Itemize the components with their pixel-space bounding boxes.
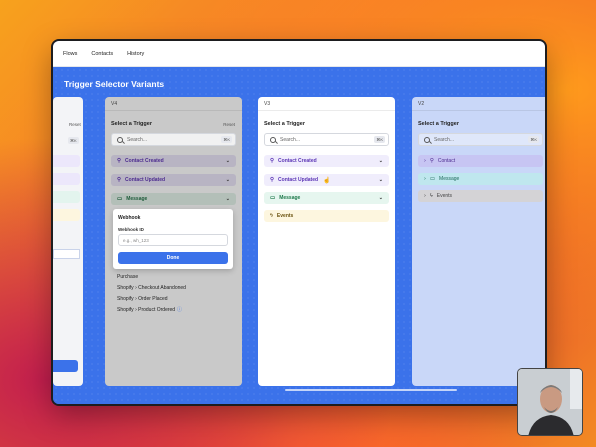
search-icon (117, 136, 123, 143)
row-partial-4[interactable] (53, 209, 80, 221)
trigger-message[interactable]: ▭ Message ⌄ (264, 192, 389, 204)
reset-button[interactable]: Reset (69, 122, 81, 127)
done-button[interactable]: Done (118, 252, 228, 264)
message-icon: ▭ (429, 176, 436, 182)
bolt-icon: ϟ (270, 213, 273, 219)
panel-heading: Select a Trigger (111, 121, 152, 127)
row-partial-1[interactable] (53, 155, 80, 167)
search-shortcut: ⌘K (374, 136, 385, 143)
trigger-label: Events (436, 193, 453, 199)
person-icon: ⚲ (117, 177, 122, 183)
horizontal-scrollbar[interactable] (285, 389, 457, 391)
button-partial[interactable] (53, 360, 78, 372)
canvas: Trigger Selector Variants Reset ⌘K V4 Se… (53, 67, 545, 404)
info-icon: ⓘ (177, 307, 183, 313)
trigger-label: Message (126, 196, 148, 202)
trigger-events[interactable]: ϟ Events (264, 210, 389, 222)
message-icon: ▭ (117, 196, 123, 202)
row-partial-3[interactable] (53, 191, 80, 203)
trigger-contact-updated[interactable]: ⚲ Contact Updated ⌄ (111, 174, 236, 186)
trigger-label: Contact Updated (125, 177, 166, 183)
trigger-label: Contact Updated (278, 177, 319, 183)
search-input[interactable]: Search... ⌘K (264, 133, 389, 146)
trigger-contact-created[interactable]: ⚲ Contact Created ⌄ (264, 155, 389, 167)
trigger-label: Contact Created (125, 158, 164, 164)
trigger-label: Events (276, 213, 294, 219)
app-window: Flows Contacts History Trigger Selector … (53, 41, 545, 404)
row-partial-2[interactable] (53, 173, 80, 185)
chevron-down-icon: ⌄ (225, 158, 230, 164)
trigger-contact[interactable]: › ⚲ Contact (418, 155, 543, 167)
search-icon (270, 136, 276, 143)
search-placeholder: Search... (127, 136, 148, 143)
trigger-contact-created[interactable]: ⚲ Contact Created ⌄ (111, 155, 236, 167)
trigger-label: Message (279, 195, 301, 201)
chevron-down-icon: ⌄ (225, 177, 230, 183)
chevron-down-icon: ⌄ (225, 196, 230, 202)
search-shortcut: ⌘K (528, 136, 539, 143)
search-input[interactable]: Search... ⌘K (418, 133, 543, 146)
person-icon: ⚲ (117, 158, 122, 164)
list-item[interactable]: Purchase (117, 274, 138, 280)
chevron-right-icon: › (424, 176, 426, 182)
version-label: V2 (412, 97, 545, 111)
input-placeholder: e.g., wh_123 (123, 238, 149, 243)
search-shortcut: ⌘K (221, 136, 232, 143)
trigger-label: Contact (437, 158, 456, 164)
panel-v4: V4 Select a Trigger Reset Search... ⌘K ⚲… (105, 97, 242, 386)
list-item[interactable]: Shopify › Checkout Abandoned (117, 285, 186, 291)
person-icon: ⚲ (270, 158, 275, 164)
popover-title: Webhook (118, 215, 141, 221)
person-icon: ⚲ (270, 177, 275, 183)
panel-heading: Select a Trigger (418, 121, 459, 127)
reset-button[interactable]: Reset (223, 122, 235, 127)
page-title: Trigger Selector Variants (64, 79, 165, 89)
chevron-down-icon: ⌄ (378, 158, 383, 164)
webhook-popover: Webhook Webhook ID e.g., wh_123 Done (113, 209, 233, 269)
search-input[interactable]: Search... ⌘K (111, 133, 236, 146)
panel-heading: Select a Trigger (264, 121, 305, 127)
panel-v2: V2 Select a Trigger Search... ⌘K › ⚲ Con… (412, 97, 545, 386)
panel-v3: V3 Select a Trigger Search... ⌘K ⚲ Conta… (258, 97, 395, 386)
trigger-label: Message (439, 176, 460, 182)
field-label: Webhook ID (118, 227, 144, 232)
search-shortcut: ⌘K (68, 137, 79, 144)
person-icon: ⚲ (429, 158, 434, 164)
nav-flows[interactable]: Flows (63, 51, 77, 57)
trigger-message[interactable]: ▭ Message ⌄ (111, 193, 236, 205)
search-placeholder: Search... (434, 136, 455, 143)
top-nav: Flows Contacts History (53, 41, 545, 67)
panel-partial: Reset ⌘K (53, 97, 83, 386)
chevron-right-icon: › (424, 193, 426, 199)
chevron-right-icon: › (424, 158, 426, 164)
trigger-contact-updated[interactable]: ⚲ Contact Updated ☝ ⌄ (264, 174, 389, 186)
version-label: V3 (258, 97, 395, 111)
nav-history[interactable]: History (127, 51, 144, 57)
input-partial[interactable] (53, 249, 80, 259)
person-video-icon (518, 369, 582, 435)
bolt-icon: ϟ (429, 193, 433, 199)
list-item[interactable]: Shopify › Product Ordered (117, 307, 175, 313)
webcam-overlay (517, 368, 583, 436)
trigger-label: Contact Created (278, 158, 317, 164)
chevron-down-icon: ⌄ (378, 195, 383, 201)
nav-contacts[interactable]: Contacts (91, 51, 113, 57)
trigger-events[interactable]: › ϟ Events (418, 190, 543, 202)
version-label: V4 (105, 97, 242, 111)
webhook-id-input[interactable]: e.g., wh_123 (118, 234, 228, 246)
search-placeholder: Search... (280, 136, 301, 143)
search-icon (424, 136, 430, 143)
trigger-message[interactable]: › ▭ Message (418, 173, 543, 185)
chevron-down-icon: ⌄ (378, 177, 383, 183)
cursor-icon: ☝ (323, 177, 331, 184)
list-item[interactable]: Shopify › Order Placed (117, 296, 168, 302)
message-icon: ▭ (270, 195, 276, 201)
